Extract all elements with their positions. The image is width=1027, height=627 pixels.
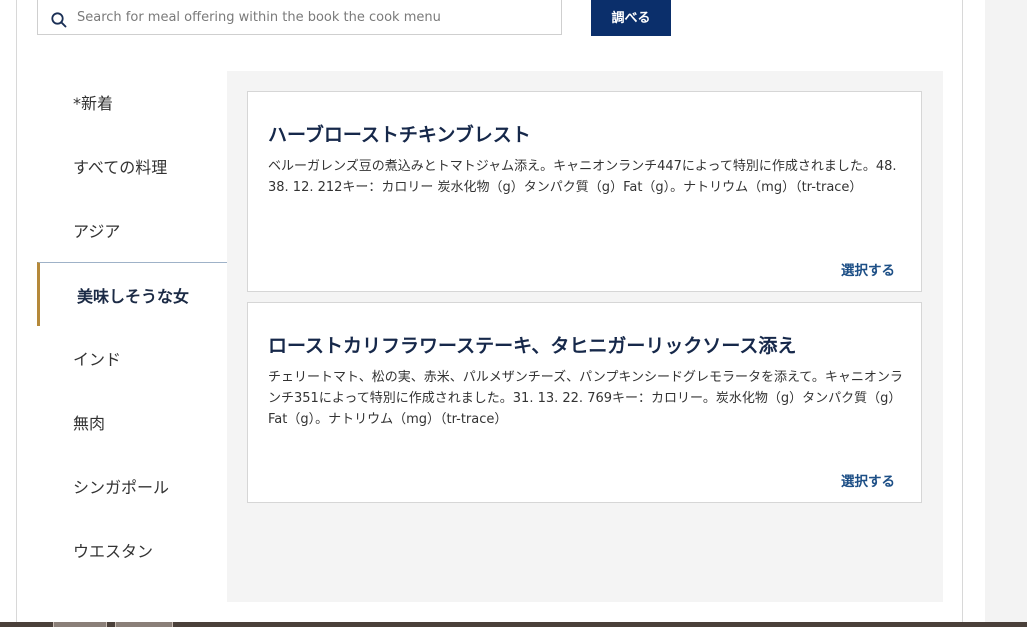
taskbar-tab[interactable] (115, 622, 173, 627)
category-new[interactable]: *新着 (37, 70, 227, 134)
search-icon (51, 12, 67, 28)
meal-title: ローストカリフラワーステーキ、タヒニガーリックソース添え (268, 335, 797, 357)
content-frame-right-border (962, 0, 963, 622)
search-button[interactable]: 調べる (591, 0, 671, 36)
search-box[interactable] (37, 0, 562, 35)
category-india[interactable]: インド (37, 326, 227, 390)
meal-description: ベルーガレンズ豆の煮込みとトマトジャム添え。キャニオンランチ447によって特別に… (268, 159, 897, 195)
meal-description: チェリートマト、松の実、赤米、パルメザンチーズ、パンプキンシードグレモラータを添… (268, 370, 903, 427)
category-western[interactable]: ウエスタン (37, 518, 227, 582)
meal-card: ハーブローストチキンブレスト ベルーガレンズ豆の煮込みとトマトジャム添え。キャニ… (247, 91, 922, 292)
meal-title: ハーブローストチキンブレスト (268, 124, 531, 146)
content-frame-left-border (16, 0, 17, 622)
meal-card: ローストカリフラワーステーキ、タヒニガーリックソース添え チェリートマト、松の実… (247, 302, 922, 503)
category-all-dishes[interactable]: すべての料理 (37, 134, 227, 198)
select-meal-link[interactable]: 選択する (841, 470, 895, 490)
category-meatless[interactable]: 無肉 (37, 390, 227, 454)
category-active[interactable]: 美味しそうな女 (37, 262, 228, 326)
taskbar-tab[interactable] (53, 622, 107, 627)
search-input[interactable] (75, 3, 549, 31)
select-meal-link[interactable]: 選択する (841, 259, 895, 279)
category-asia[interactable]: アジア (37, 198, 227, 262)
page-right-gutter (985, 0, 1027, 622)
category-singapore[interactable]: シンガポール (37, 454, 227, 518)
